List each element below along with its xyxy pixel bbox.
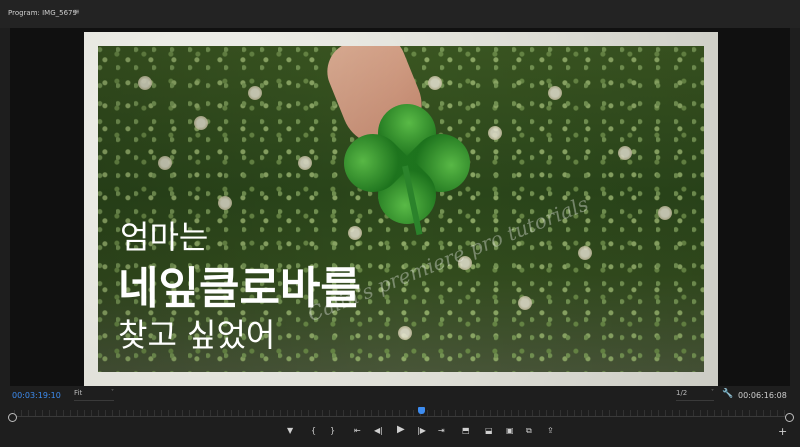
go-to-in-button[interactable]: ⇤ — [354, 426, 361, 436]
panel-menu-icon[interactable]: ≡ — [73, 7, 80, 16]
zoom-scrollbar[interactable] — [12, 416, 788, 417]
overwrite-button[interactable]: ⬓ — [485, 426, 493, 436]
resolution-label: 1/2 — [676, 389, 688, 397]
add-marker-button[interactable]: ▼ — [287, 426, 293, 436]
settings-wrench-icon[interactable]: 🔧 — [722, 389, 733, 399]
program-panel-header: Program: IMG_5679 ≡ — [0, 0, 800, 28]
export-icon[interactable]: ⇪ — [547, 426, 554, 436]
chevron-down-icon: ˅ — [711, 389, 714, 396]
play-button[interactable]: ▶ — [397, 425, 405, 435]
mark-in-button[interactable]: { — [311, 426, 316, 436]
mark-out-button[interactable]: } — [330, 426, 335, 436]
overlay-text-line3: 찾고 싶었어 — [118, 316, 276, 354]
zoom-fit-dropdown[interactable]: Fit ˅ — [74, 389, 114, 401]
zoom-handle-left[interactable] — [8, 413, 17, 422]
video-frame: 엄마는 네잎클로바를 찾고 싶었어 Calin's premiere pro t… — [84, 32, 718, 386]
export-frame-icon[interactable]: ▣ — [506, 426, 514, 436]
zoom-fit-label: Fit — [74, 389, 83, 397]
zoom-handle-right[interactable] — [785, 413, 794, 422]
current-timecode[interactable]: 00:03:19:10 — [12, 391, 61, 400]
playhead[interactable] — [418, 407, 425, 414]
insert-button[interactable]: ⬒ — [462, 426, 470, 436]
button-editor-plus-icon[interactable]: + — [778, 425, 787, 438]
duration-timecode: 00:06:16:08 — [738, 391, 787, 400]
step-forward-button[interactable]: |▶ — [417, 426, 426, 436]
step-back-button[interactable]: ◀| — [374, 426, 383, 436]
chevron-down-icon: ˅ — [111, 389, 114, 396]
playback-resolution-dropdown[interactable]: 1/2 ˅ — [676, 389, 714, 401]
panel-title[interactable]: Program: IMG_5679 — [8, 9, 77, 17]
go-to-out-button[interactable]: ⇥ — [438, 426, 445, 436]
comparison-view-icon[interactable]: ⧉ — [526, 426, 532, 436]
